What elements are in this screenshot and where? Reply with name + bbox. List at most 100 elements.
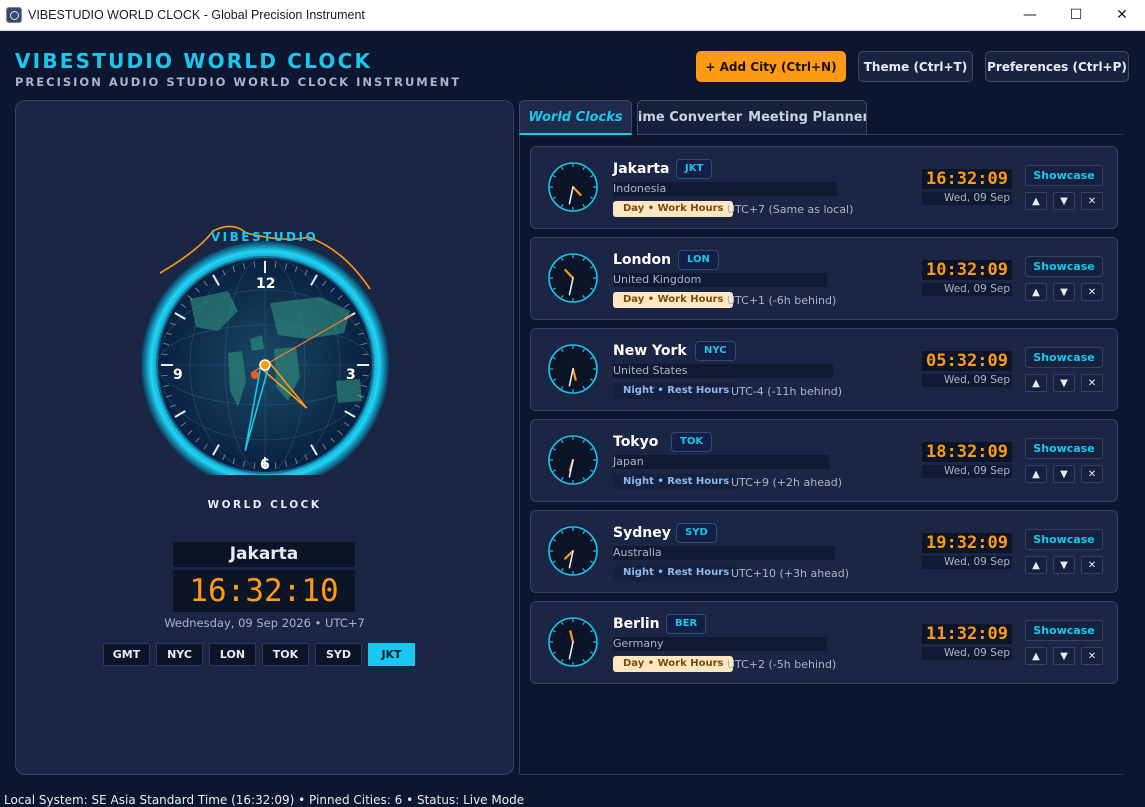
- remove-city-button[interactable]: ✕: [1081, 374, 1103, 392]
- quick-city-gmt[interactable]: GMT: [103, 643, 150, 666]
- selected-city-name: Jakarta: [173, 542, 355, 567]
- quick-city-lon[interactable]: LON: [209, 643, 256, 666]
- move-down-button[interactable]: ▼: [1053, 556, 1075, 574]
- analog-clock: [141, 225, 389, 475]
- location-dot: [251, 371, 259, 379]
- utc-offset: UTC+1 (-6h behind): [727, 294, 837, 307]
- theme-button[interactable]: Theme (Ctrl+T): [858, 51, 973, 82]
- utc-offset: UTC+2 (-5h behind): [727, 658, 837, 671]
- utc-offset: UTC+7 (Same as local): [727, 203, 854, 216]
- move-down-button[interactable]: ▼: [1053, 465, 1075, 483]
- main-clock-panel: VIBESTUDIO WORLD CLOCK 12 3 6 9 Jakarta …: [15, 100, 514, 775]
- quick-city-jkt[interactable]: JKT: [368, 643, 415, 666]
- day-night-badge: Day • Work Hours: [613, 656, 734, 672]
- city-date: Wed, 09 Sep: [922, 283, 1012, 296]
- day-night-badge: Day • Work Hours: [613, 201, 734, 217]
- add-city-button[interactable]: + Add City (Ctrl+N): [696, 51, 846, 82]
- city-time: 16:32:09: [922, 169, 1012, 189]
- hand-hub: [259, 359, 271, 371]
- minimize-icon[interactable]: —: [1007, 0, 1053, 31]
- maximize-icon[interactable]: ☐: [1053, 0, 1099, 31]
- day-night-badge: Day • Work Hours: [613, 292, 734, 308]
- move-up-button[interactable]: ▲: [1025, 647, 1047, 665]
- city-country: Australia: [613, 546, 835, 560]
- showcase-button[interactable]: Showcase: [1025, 438, 1103, 459]
- selected-city-date: Wednesday, 09 Sep 2026 • UTC+7: [164, 616, 365, 630]
- city-card-jkt[interactable]: Jakarta JKT Indonesia Day • Work Hours U…: [530, 146, 1118, 229]
- preferences-button[interactable]: Preferences (Ctrl+P): [985, 51, 1129, 82]
- showcase-button[interactable]: Showcase: [1025, 165, 1103, 186]
- showcase-button[interactable]: Showcase: [1025, 620, 1103, 641]
- city-name: Jakarta: [613, 161, 670, 177]
- clock-app-icon: [6, 7, 22, 23]
- quick-city-tok[interactable]: TOK: [262, 643, 309, 666]
- move-up-button[interactable]: ▲: [1025, 283, 1047, 301]
- dial-numeral-12: 12: [256, 276, 276, 292]
- mini-clock-icon: [548, 435, 598, 485]
- window-titlebar: VIBESTUDIO WORLD CLOCK - Global Precisio…: [0, 0, 1145, 31]
- remove-city-button[interactable]: ✕: [1081, 283, 1103, 301]
- city-time: 11:32:09: [922, 624, 1012, 644]
- city-card-ber[interactable]: Berlin BER Germany Day • Work Hours UTC+…: [530, 601, 1118, 684]
- city-country: Japan: [613, 455, 829, 469]
- selected-city-time: 16:32:10: [173, 570, 355, 612]
- showcase-button[interactable]: Showcase: [1025, 256, 1103, 277]
- move-down-button[interactable]: ▼: [1053, 283, 1075, 301]
- remove-city-button[interactable]: ✕: [1081, 192, 1103, 210]
- window-controls: — ☐ ✕: [1007, 0, 1145, 31]
- mini-clock-icon: [548, 344, 598, 394]
- city-time: 19:32:09: [922, 533, 1012, 553]
- city-date: Wed, 09 Sep: [922, 374, 1012, 387]
- clock-brand-label: VIBESTUDIO: [210, 230, 319, 244]
- city-card-syd[interactable]: Sydney SYD Australia Night • Rest Hours …: [530, 510, 1118, 593]
- move-down-button[interactable]: ▼: [1053, 192, 1075, 210]
- mini-clock-icon: [548, 617, 598, 667]
- move-down-button[interactable]: ▼: [1053, 647, 1075, 665]
- move-down-button[interactable]: ▼: [1053, 374, 1075, 392]
- city-time: 05:32:09: [922, 351, 1012, 371]
- utc-offset: UTC-4 (-11h behind): [731, 385, 843, 398]
- city-card-tok[interactable]: Tokyo TOK Japan Night • Rest Hours UTC+9…: [530, 419, 1118, 502]
- city-card-nyc[interactable]: New York NYC United States Night • Rest …: [530, 328, 1118, 411]
- city-date: Wed, 09 Sep: [922, 647, 1012, 660]
- utc-offset: UTC+10 (+3h ahead): [731, 567, 849, 580]
- move-up-button[interactable]: ▲: [1025, 556, 1047, 574]
- city-name: Tokyo: [613, 434, 659, 450]
- city-name: New York: [613, 343, 687, 359]
- city-country: Germany: [613, 637, 827, 651]
- move-up-button[interactable]: ▲: [1025, 465, 1047, 483]
- utc-offset: UTC+9 (+2h ahead): [731, 476, 842, 489]
- close-icon[interactable]: ✕: [1099, 0, 1145, 31]
- remove-city-button[interactable]: ✕: [1081, 647, 1103, 665]
- city-date: Wed, 09 Sep: [922, 556, 1012, 569]
- dial-numeral-6: 6: [260, 457, 270, 473]
- city-code-badge: JKT: [676, 159, 713, 179]
- city-code-badge: NYC: [695, 341, 736, 361]
- showcase-button[interactable]: Showcase: [1025, 529, 1103, 550]
- status-bar: Local System: SE Asia Standard Time (16:…: [4, 793, 525, 807]
- city-name: London: [613, 252, 672, 268]
- tab-group-other: Time Converter Meeting Planner: [637, 100, 867, 135]
- day-night-badge: Night • Rest Hours: [613, 565, 740, 581]
- remove-city-button[interactable]: ✕: [1081, 465, 1103, 483]
- quick-city-syd[interactable]: SYD: [315, 643, 362, 666]
- mini-clock-icon: [548, 253, 598, 303]
- move-up-button[interactable]: ▲: [1025, 192, 1047, 210]
- mini-clock-icon: [548, 162, 598, 212]
- city-card-lon[interactable]: London LON United Kingdom Day • Work Hou…: [530, 237, 1118, 320]
- city-country: Indonesia: [613, 182, 837, 196]
- tab-time-converter[interactable]: Time Converter: [638, 110, 742, 125]
- showcase-button[interactable]: Showcase: [1025, 347, 1103, 368]
- city-time: 10:32:09: [922, 260, 1012, 280]
- quick-city-nyc[interactable]: NYC: [156, 643, 203, 666]
- city-country: United States: [613, 364, 833, 378]
- clock-footer-label: WORLD CLOCK: [207, 499, 322, 511]
- day-night-badge: Night • Rest Hours: [613, 383, 740, 399]
- tab-meeting-planner[interactable]: Meeting Planner: [748, 110, 866, 125]
- remove-city-button[interactable]: ✕: [1081, 556, 1103, 574]
- tab-world-clocks[interactable]: World Clocks: [519, 100, 632, 135]
- city-code-badge: TOK: [671, 432, 713, 452]
- city-country: United Kingdom: [613, 273, 827, 287]
- city-date: Wed, 09 Sep: [922, 192, 1012, 205]
- move-up-button[interactable]: ▲: [1025, 374, 1047, 392]
